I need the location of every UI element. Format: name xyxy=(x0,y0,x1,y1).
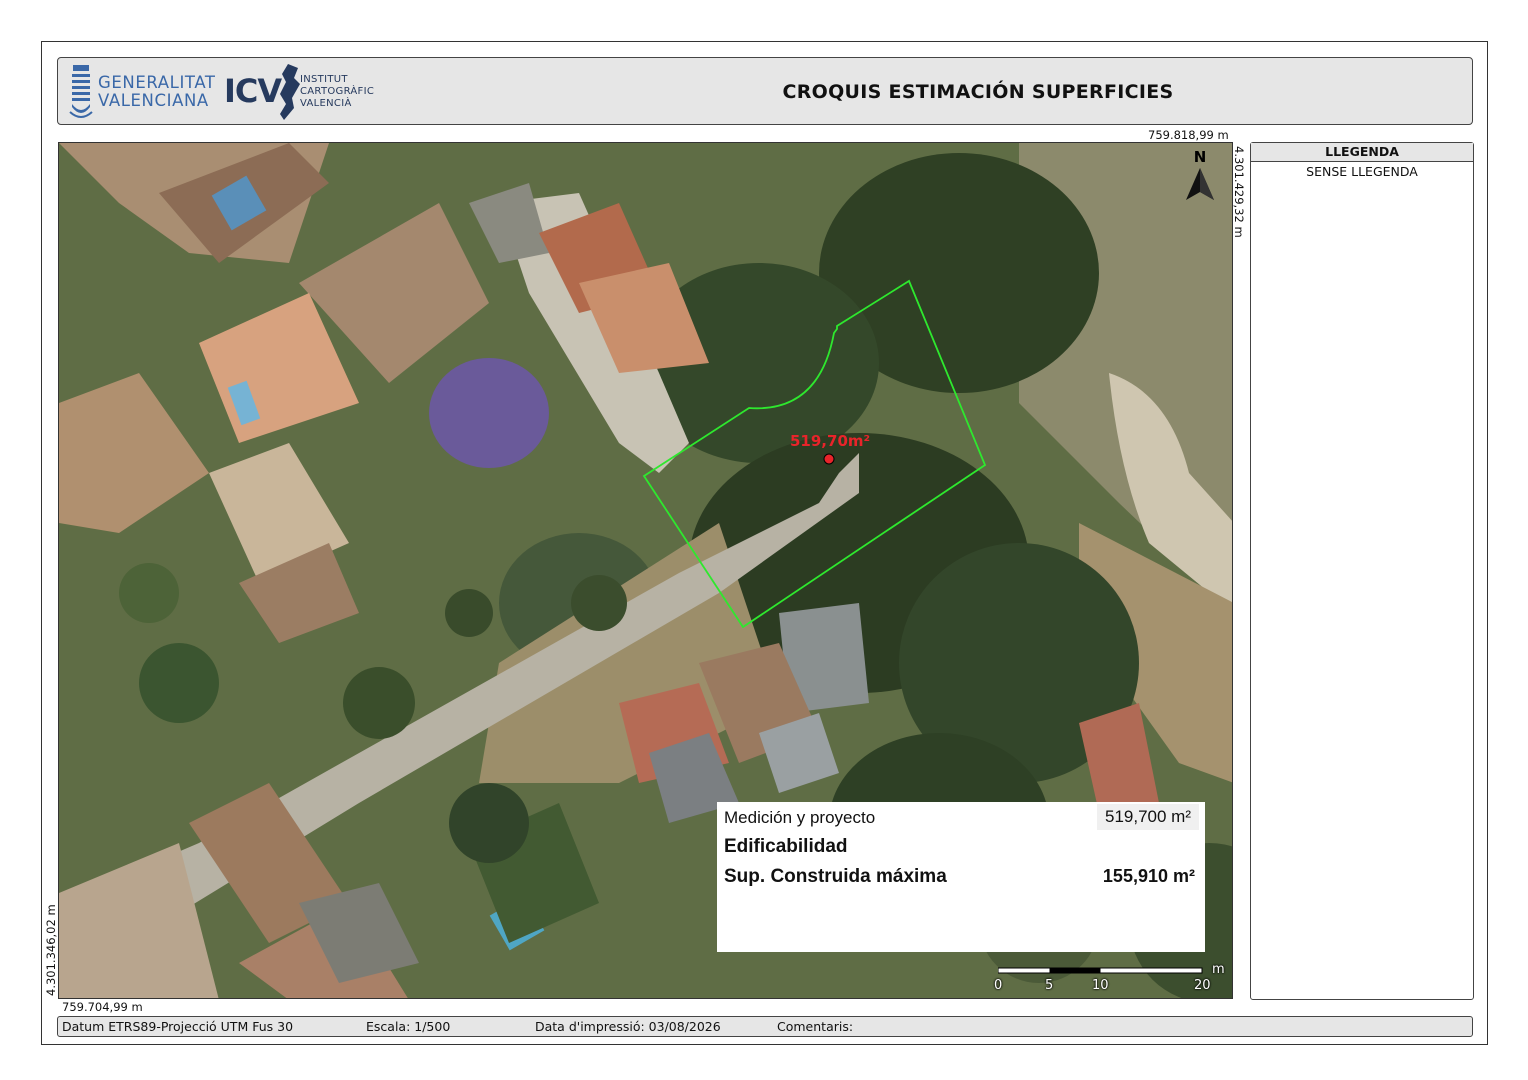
measurement-label: Medición y proyecto xyxy=(724,808,876,827)
legend-title: LLEGENDA xyxy=(1251,143,1473,162)
icv-logo: ICV INSTITUT CARTOGRÀFIC VALENCIÀ xyxy=(224,62,394,122)
north-label: N xyxy=(1193,148,1207,166)
icv-logo-line3: VALENCIÀ xyxy=(300,98,352,109)
coord-top-right-y: 4.301.429,32 m xyxy=(1232,146,1246,238)
scale-tick-0: 0 xyxy=(994,978,1003,993)
coord-bottom-left-x: 759.704,99 m xyxy=(62,1000,143,1014)
page-title: CROQUIS ESTIMACIÓN SUPERFICIES xyxy=(782,81,1174,103)
max-built-surface-value: 155,910 m² xyxy=(1102,866,1195,886)
generalitat-valenciana-logo: GENERALITAT VALENCIANA xyxy=(68,62,218,122)
scale-bar-graphic xyxy=(998,967,1203,974)
scale-tick-5: 5 xyxy=(1045,978,1054,993)
header: GENERALITAT VALENCIANA ICV INSTITUT CART… xyxy=(57,57,1473,125)
coord-top-right-x: 759.818,99 m xyxy=(1148,128,1229,142)
scale-unit: m xyxy=(1212,962,1225,977)
parcel-centroid-point xyxy=(823,453,835,465)
legend-body: SENSE LLEGENDA xyxy=(1306,164,1418,179)
footer-scale: Escala: 1/500 xyxy=(366,1019,451,1034)
coord-bottom-left-y: 4.301.346,02 m xyxy=(44,904,58,996)
north-arrow-icon xyxy=(1186,168,1214,200)
icv-logo-line2: CARTOGRÀFIC xyxy=(300,86,375,97)
scale-bar: m 0 5 10 20 xyxy=(990,962,1230,996)
north-arrow: N xyxy=(1180,148,1220,204)
gv-emblem-icon xyxy=(69,65,93,118)
surface-info-box: Medición y proyecto 519,700 m² Edificabi… xyxy=(717,802,1205,952)
buildability-label: Edificabilidad xyxy=(724,836,848,857)
footer-comments: Comentaris: xyxy=(777,1019,854,1034)
footer-datum: Datum ETRS89-Projecció UTM Fus 30 xyxy=(62,1019,294,1034)
footer-print-date: Data d'impressió: 03/08/2026 xyxy=(535,1019,721,1034)
scale-tick-10: 10 xyxy=(1092,978,1109,993)
gv-logo-line2: VALENCIANA xyxy=(98,91,209,110)
legend-panel: LLEGENDA SENSE LLEGENDA xyxy=(1250,142,1474,1000)
parcel-area-label: 519,70m² xyxy=(790,432,871,450)
max-built-surface-label: Sup. Construida máxima xyxy=(724,866,947,887)
gv-logo-line1: GENERALITAT xyxy=(98,73,216,92)
icv-logo-line1: INSTITUT xyxy=(300,74,348,85)
footer: Datum ETRS89-Projecció UTM Fus 30 Escala… xyxy=(57,1016,1473,1037)
scale-tick-20: 20 xyxy=(1194,978,1211,993)
measurement-value: 519,700 m² xyxy=(1097,804,1199,830)
